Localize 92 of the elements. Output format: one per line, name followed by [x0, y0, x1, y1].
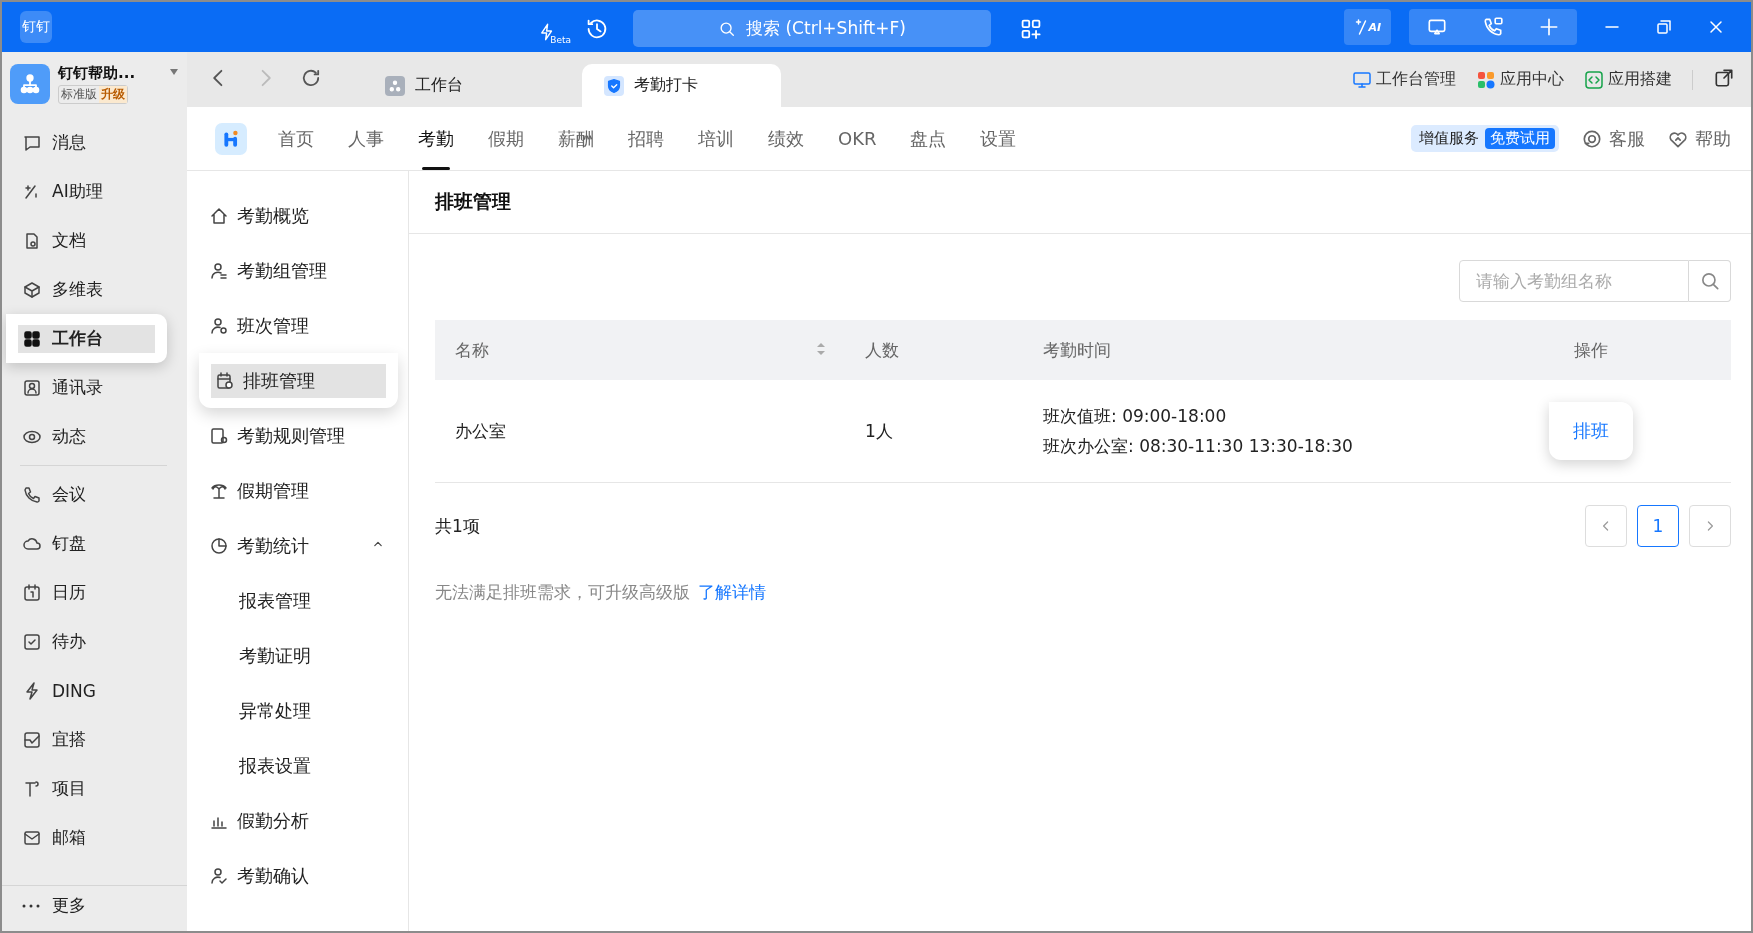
page-title: 排班管理 [409, 171, 1751, 234]
table-cell: 办公室 [435, 380, 845, 483]
schedule-link[interactable]: 排班 [1549, 402, 1633, 460]
nav-tab[interactable]: 设置 [963, 107, 1034, 170]
toolbar-link[interactable]: 应用搭建 [1608, 69, 1672, 90]
sidebar-item[interactable]: 日历 [2, 568, 187, 617]
menu-item[interactable]: 考勤统计 [187, 518, 408, 573]
nav-tab[interactable]: 首页 [261, 107, 331, 170]
sidebar-item[interactable]: 工作台 [6, 314, 167, 363]
menu-item[interactable]: 考勤证明 [187, 628, 408, 683]
edition-badge: 标准版 升级 [58, 85, 128, 104]
tab[interactable]: 工作台 [363, 64, 562, 107]
sidebar-item[interactable]: 待办 [2, 617, 187, 666]
sidebar-item[interactable]: 项目 [2, 764, 187, 813]
document-gear-icon [209, 425, 229, 446]
org-chart-icon [385, 75, 405, 96]
sidebar-item[interactable]: 宜搭 [2, 715, 187, 764]
more-dots-icon [22, 903, 40, 908]
app-grid-icon [1476, 69, 1496, 90]
menu-item[interactable]: 假勤分析 [187, 793, 408, 848]
value-service-button[interactable]: 增值服务 免费试用 [1411, 125, 1559, 152]
nav-tab[interactable]: 绩效 [751, 107, 821, 170]
nav-tab[interactable]: 考勤 [401, 107, 471, 170]
column-header: 操作 [1451, 320, 1731, 380]
menu-item[interactable]: 考勤概览 [187, 188, 408, 243]
column-header[interactable]: 名称 [435, 320, 845, 380]
nav-tab[interactable]: 薪酬 [541, 107, 611, 170]
learn-more-link[interactable]: 了解详情 [698, 582, 766, 602]
total-count: 共1项 [435, 514, 480, 538]
table-cell: 班次值班: 09:00-18:00 班次办公室: 08:30-11:30 13:30-18:30 [1023, 380, 1451, 483]
nav-action-link[interactable]: 客服 [1609, 126, 1645, 151]
nav-tab[interactable]: 假期 [471, 107, 541, 170]
contact-card-icon [22, 377, 42, 398]
shield-check-icon [604, 75, 624, 96]
upgrade-notice: 无法满足排班需求，可升级高级版 了解详情 [435, 581, 767, 604]
menu-item[interactable]: 异常处理 [187, 683, 408, 738]
menu-item[interactable]: 假期管理 [187, 463, 408, 518]
nav-tab[interactable]: 招聘 [611, 107, 681, 170]
nav-tab[interactable]: 人事 [331, 107, 401, 170]
menu-item[interactable]: 考勤确认 [187, 848, 408, 903]
app-logo[interactable] [215, 122, 247, 155]
menu-item[interactable]: 班次管理 [187, 298, 408, 353]
page-button[interactable]: 1 [1637, 505, 1679, 547]
sidebar-item[interactable]: 多维表 [2, 265, 187, 314]
toolbar-link[interactable]: 应用中心 [1500, 69, 1564, 90]
menu-item[interactable]: 考勤组管理 [187, 243, 408, 298]
sidebar-item[interactable]: 动态 [2, 412, 187, 461]
column-header: 考勤时间 [1023, 320, 1451, 380]
org-name[interactable]: 钉钉帮助... [58, 64, 136, 83]
nav-action-link[interactable]: 帮助 [1695, 126, 1731, 151]
person-check-icon [209, 865, 229, 886]
menu-item[interactable]: 排班管理 [199, 353, 398, 408]
sidebar-item[interactable]: 消息 [2, 118, 187, 167]
sidebar-item[interactable]: 邮箱 [2, 813, 187, 862]
calendar-icon [22, 582, 42, 603]
search-button[interactable] [1689, 260, 1731, 302]
menu-item[interactable]: 考勤规则管理 [187, 408, 408, 463]
sidebar-item[interactable]: AI助理 [2, 167, 187, 216]
sidebar-item[interactable]: 钉盘 [2, 519, 187, 568]
pie-chart-icon [209, 535, 229, 556]
checkbox-icon [22, 631, 42, 652]
nav-tab[interactable]: 盘点 [893, 107, 964, 170]
search-field[interactable]: 请输入考勤组名称 [1459, 260, 1689, 302]
house-icon [209, 205, 229, 226]
cube-icon [22, 279, 42, 300]
menu-item[interactable]: 报表设置 [187, 738, 408, 793]
menu-item[interactable]: 报表管理 [187, 573, 408, 628]
column-header: 人数 [845, 320, 1023, 380]
chart-box-icon [22, 729, 42, 750]
nav-tab[interactable]: OKR [821, 107, 894, 170]
org-avatar[interactable] [10, 64, 50, 104]
person-list-icon [209, 260, 229, 281]
sidebar-item[interactable]: DING [2, 666, 187, 715]
grid-icon [22, 328, 42, 349]
sidebar-item[interactable]: 文档 [2, 216, 187, 265]
nav-tab[interactable]: 培训 [681, 107, 751, 170]
tab[interactable]: 考勤打卡 [582, 64, 781, 107]
pin-icon [22, 778, 42, 799]
sort-icon[interactable] [817, 341, 825, 356]
sidebar-item[interactable]: 通讯录 [2, 363, 187, 412]
table-cell: 1人 [845, 380, 1023, 483]
calendar-clock-icon [215, 370, 235, 391]
person-clock-icon [209, 315, 229, 336]
caret-icon[interactable] [169, 68, 179, 76]
code-icon [1584, 69, 1604, 90]
app-logo: 钉钉 [20, 11, 52, 43]
phone-icon [22, 484, 42, 505]
monitor-icon [1352, 69, 1372, 90]
ai-button[interactable]: AI [1344, 9, 1391, 45]
sidebar-item[interactable]: 会议 [2, 470, 187, 519]
sparkle-icon [1354, 19, 1369, 35]
toolbar-link[interactable]: 工作台管理 [1376, 69, 1456, 90]
